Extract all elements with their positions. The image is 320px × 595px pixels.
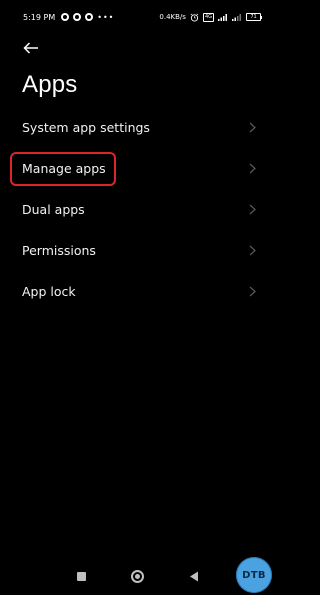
- battery-level: 71: [246, 13, 261, 21]
- list-item-dual-apps[interactable]: Dual apps: [0, 189, 276, 230]
- notification-icon: [61, 13, 70, 21]
- signal-icon: [218, 14, 227, 21]
- chevron-right-icon: [249, 122, 256, 133]
- chevron-right-icon: [249, 245, 256, 256]
- recents-icon[interactable]: [77, 572, 86, 581]
- status-right: 0.4KB/s 4G 71: [159, 12, 262, 22]
- back-button[interactable]: [20, 38, 42, 58]
- status-left: 5:19 PM •••: [23, 13, 114, 22]
- signal-icon: [232, 14, 241, 21]
- chevron-right-icon: [249, 286, 256, 297]
- list-item-label: App lock: [22, 284, 76, 299]
- list-item-label: Dual apps: [22, 202, 85, 217]
- chevron-right-icon: [249, 163, 256, 174]
- chevron-right-icon: [249, 204, 256, 215]
- watermark-logo: DTB: [236, 557, 272, 593]
- network-speed: 0.4KB/s: [159, 13, 186, 21]
- list-item-label: Permissions: [22, 243, 96, 258]
- page-title: Apps: [22, 71, 78, 98]
- sim-indicator: 4G: [202, 12, 214, 22]
- list-item-label: Manage apps: [22, 161, 106, 176]
- status-time: 5:19 PM: [23, 12, 56, 22]
- notification-icon: [73, 13, 82, 21]
- list-item-manage-apps[interactable]: Manage apps: [0, 148, 276, 189]
- triangle-back-icon[interactable]: [189, 571, 199, 582]
- screen: 5:19 PM ••• 0.4KB/s 4G 71 Apps System ap…: [0, 0, 276, 595]
- alarm-icon: [190, 13, 199, 22]
- list-item-app-lock[interactable]: App lock: [0, 271, 276, 312]
- home-icon[interactable]: [131, 570, 144, 583]
- list-item-label: System app settings: [22, 120, 150, 135]
- navigation-bar: [0, 562, 276, 592]
- more-notifications-dots: •••: [97, 12, 115, 22]
- list-item-system-app-settings[interactable]: System app settings: [0, 107, 276, 148]
- back-arrow-icon: [23, 42, 38, 54]
- battery-icon: 71: [246, 13, 262, 21]
- settings-list: System app settings Manage apps Dual app…: [0, 107, 276, 312]
- watermark-text: DTB: [242, 569, 266, 581]
- notification-icon: [85, 13, 94, 21]
- list-item-permissions[interactable]: Permissions: [0, 230, 276, 271]
- battery-tip: [261, 15, 262, 19]
- status-bar: 5:19 PM ••• 0.4KB/s 4G 71: [0, 0, 276, 34]
